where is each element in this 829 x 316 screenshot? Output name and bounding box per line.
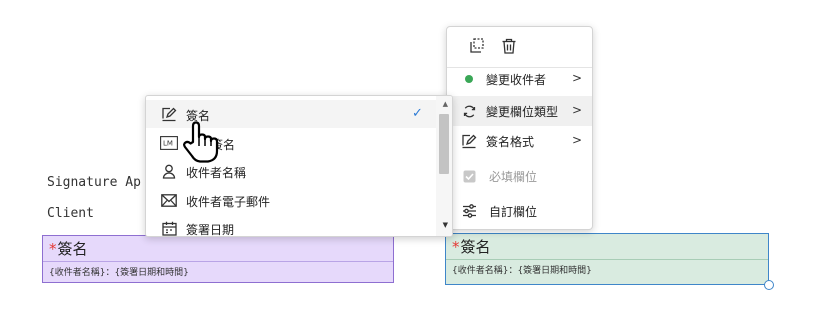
sliders-icon [461,203,477,219]
list-item-label: 收件者電子郵件 [186,195,271,209]
signature-field-selected[interactable]: *簽名 {收件者名稱}：{簽署日期和時間} [445,233,774,290]
initials-icon: LM [160,135,178,151]
menu-item-required-field[interactable]: 必填欄位 [447,161,592,191]
scrollbar[interactable]: ▲ ▼ [436,96,452,236]
document-text-line: Client [47,206,94,221]
field-divider [43,261,393,262]
menu-item-custom-field[interactable]: 自訂欄位 [447,196,592,226]
swap-icon [461,103,477,119]
menu-item-signature-format[interactable]: 簽名格式 > [447,126,592,156]
menu-item-label: 變更收件者 [486,73,547,87]
menu-item-label: 簽名格式 [486,135,535,149]
list-item-sign-date[interactable]: 簽署日期 [146,214,436,237]
signature-field[interactable]: *簽名 {收件者名稱}：{簽署日期和時間} [42,235,394,283]
resize-handle[interactable] [764,280,774,290]
field-divider [446,259,768,260]
checkbox-icon [461,168,477,184]
list-item-label: 收件者名稱 [186,166,247,180]
menu-toolbar [447,35,592,61]
menu-item-change-recipient[interactable]: 變更收件者 > [447,64,592,94]
scroll-down-arrow-icon[interactable]: ▼ [443,221,448,229]
required-marker: * [49,240,57,258]
svg-text:LM: LM [163,140,173,148]
hand-pointer-cursor-icon [180,120,222,164]
field-subtitle: {收件者名稱}：{簽署日期和時間} [452,266,592,276]
scrollbar-thumb[interactable] [439,114,449,174]
scroll-up-arrow-icon[interactable]: ▲ [443,100,448,108]
calendar-icon [160,220,178,236]
chevron-right-icon: > [571,133,582,147]
list-item-label: 簽署日期 [186,223,235,237]
chevron-right-icon: > [571,103,582,117]
envelope-icon [160,192,178,208]
checkmark-icon: ✓ [412,106,423,121]
chevron-right-icon: > [571,71,582,85]
document-text-line: Signature Ap [47,175,141,190]
menu-item-label: 必填欄位 [489,170,538,184]
copy-icon[interactable] [468,37,486,55]
trash-icon[interactable] [500,37,518,55]
field-type-submenu: 簽名 ✓ LM 簽名 收件者名稱 收件者電子郵件 簽署日期 ▲ ▼ [145,95,453,237]
green-dot-icon [461,71,477,87]
field-subtitle: {收件者名稱}：{簽署日期和時間} [49,268,189,278]
person-icon [160,163,178,179]
field-title: 簽名 [460,238,491,256]
menu-item-change-field-type[interactable]: 變更欄位類型 > [447,96,592,126]
signature-pen-icon [160,106,178,122]
signature-pen-icon [461,133,477,149]
field-context-menu: 變更收件者 > 變更欄位類型 > 簽名格式 > 必填欄位 自訂欄位 [446,26,593,230]
menu-item-label: 變更欄位類型 [486,105,559,119]
field-title: 簽名 [57,240,88,258]
required-marker: * [452,238,460,256]
menu-item-label: 自訂欄位 [489,205,538,219]
list-item-recipient-email[interactable]: 收件者電子郵件 [146,186,436,214]
